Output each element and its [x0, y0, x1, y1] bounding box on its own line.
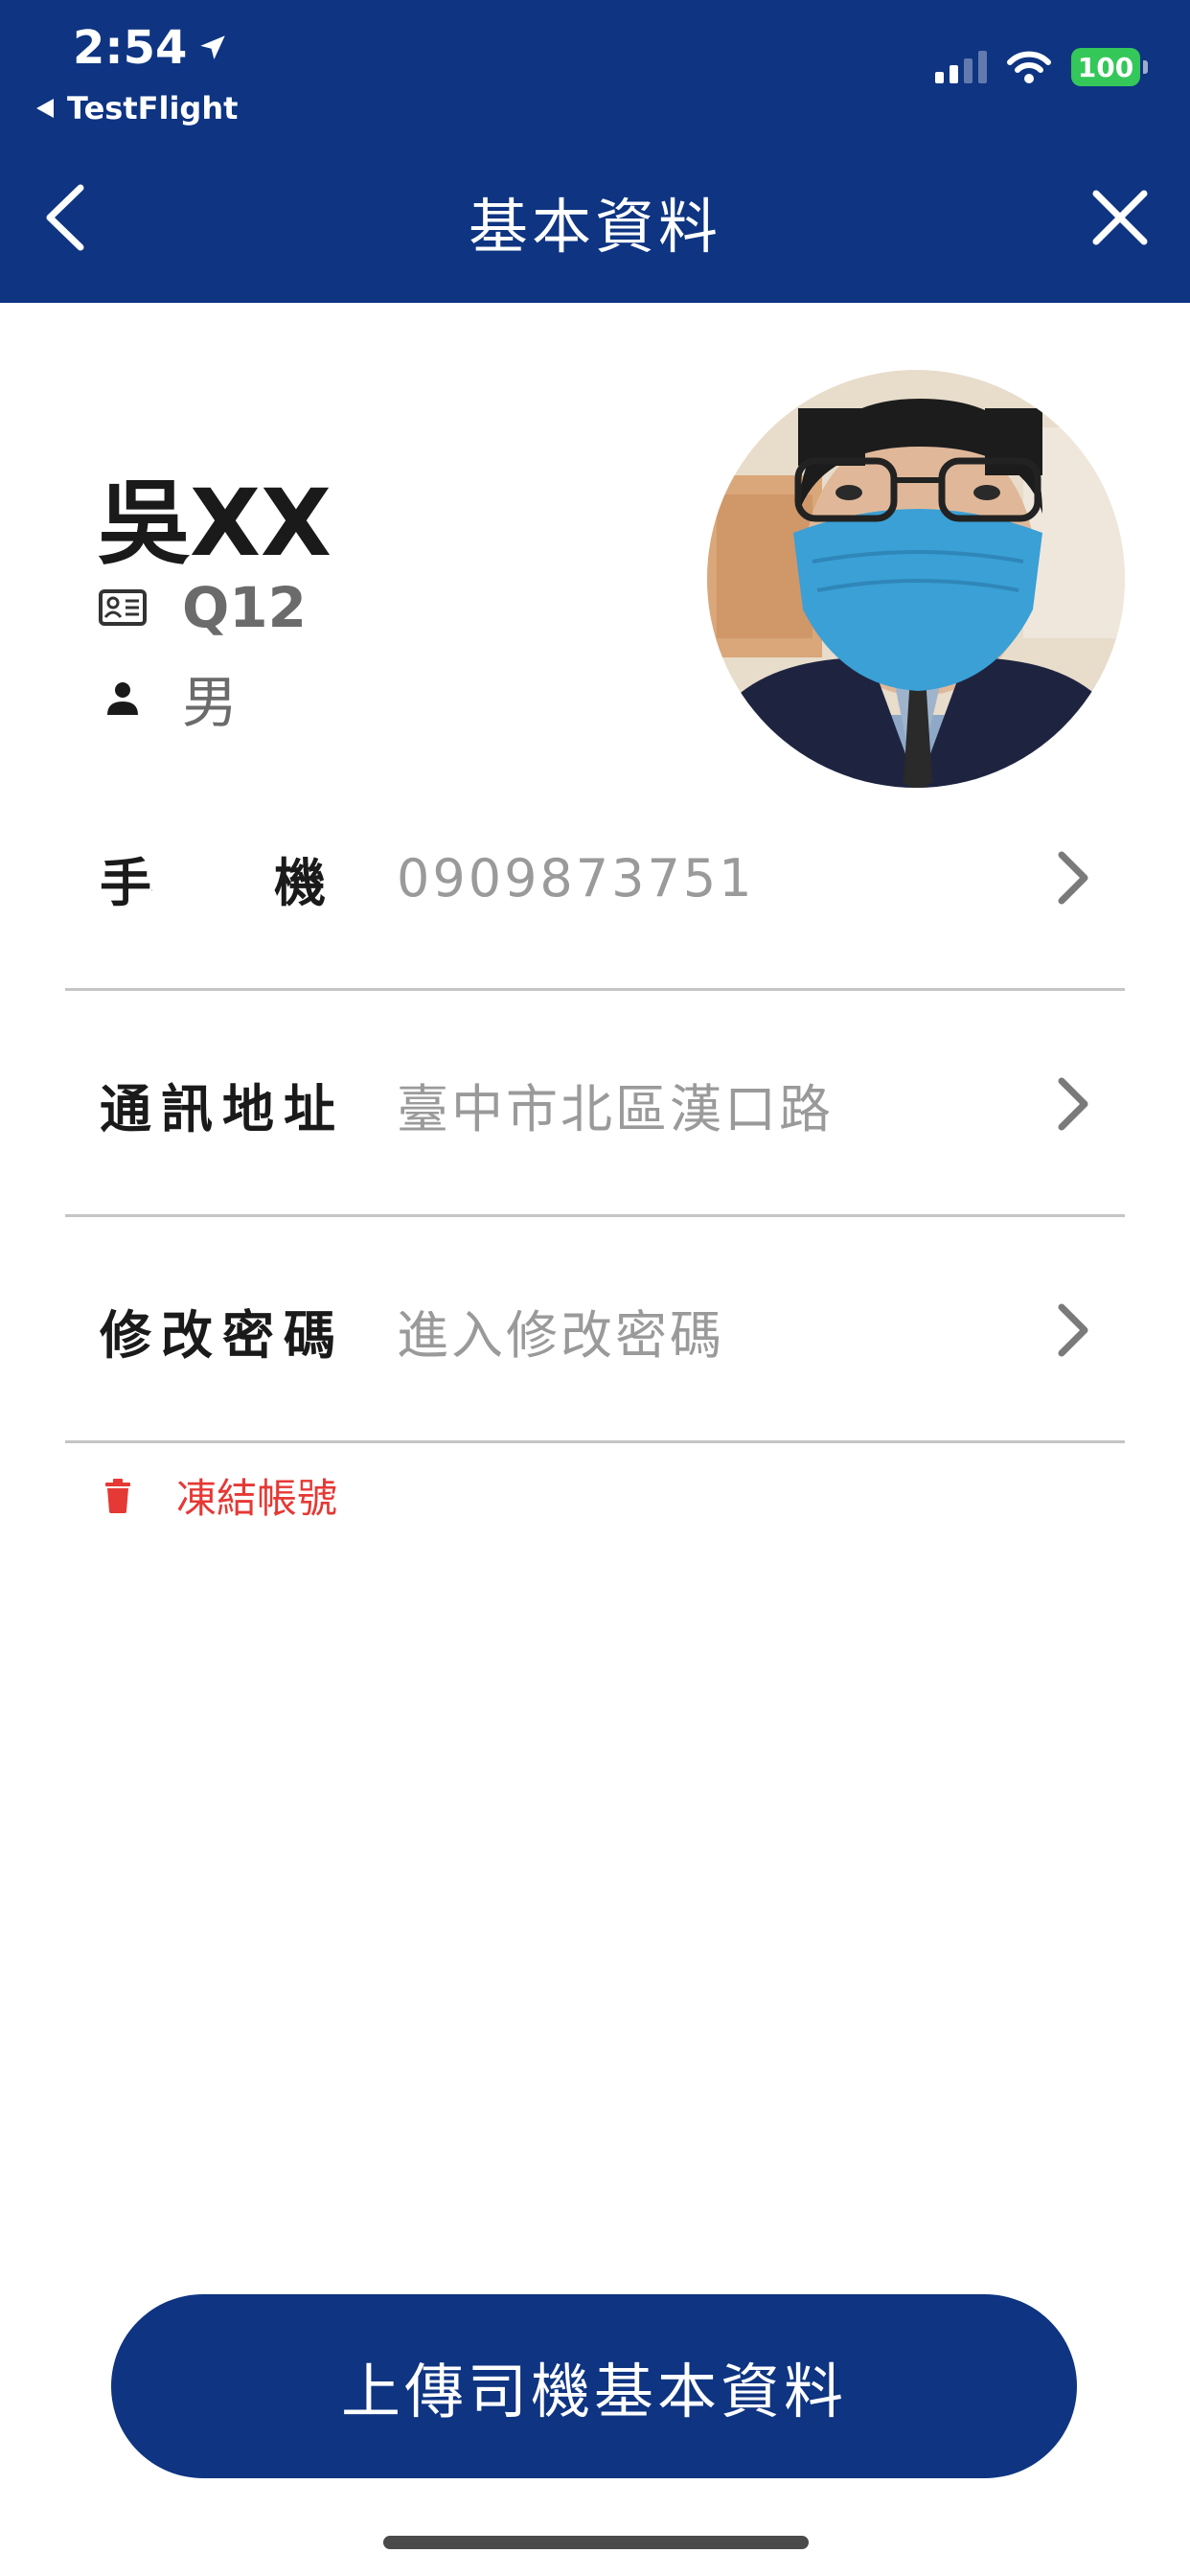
clock-text: 2:54: [73, 21, 188, 75]
freeze-account-link[interactable]: 凍結帳號: [103, 1466, 337, 1525]
home-indicator: [383, 2536, 809, 2549]
avatar[interactable]: [707, 370, 1125, 788]
wifi-icon: [1007, 51, 1051, 83]
id-card-icon: [98, 588, 148, 627]
location-arrow-icon: [200, 35, 226, 60]
phone-label-char-1: 手機: [100, 852, 152, 913]
chevron-right-icon: [1058, 1303, 1088, 1357]
address-value: 臺中市北區漢口路: [397, 1078, 834, 1139]
chevron-right-icon: [1058, 851, 1088, 905]
battery-level: 100: [1077, 51, 1134, 83]
freeze-account-label: 凍結帳號: [176, 1475, 338, 1522]
change-password-value: 進入修改密碼: [397, 1304, 724, 1366]
back-to-app-link[interactable]: TestFlight: [34, 90, 238, 126]
trash-icon: [105, 1478, 130, 1513]
battery-icon: 100: [1071, 48, 1148, 86]
app-header: 2:54 TestFlight 100 基本資料: [0, 0, 1190, 303]
page-title: 基本資料: [468, 192, 721, 262]
person-icon: [98, 678, 148, 717]
driver-name: 吳XX: [98, 470, 332, 577]
phone-label: 手機 手機: [100, 765, 326, 991]
status-indicators: 100: [935, 48, 1148, 86]
phone-row[interactable]: 手機 手機 0909873751: [65, 765, 1125, 991]
cellular-signal-icon: [935, 51, 987, 83]
address-row[interactable]: 通訊地址 臺中市北區漢口路: [65, 991, 1125, 1217]
id-code-row: Q12: [98, 575, 307, 640]
change-password-row[interactable]: 修改密碼 進入修改密碼: [65, 1217, 1125, 1443]
phone-value: 0909873751: [397, 847, 755, 908]
chevron-right-icon: [1058, 1077, 1088, 1131]
close-icon[interactable]: [1088, 186, 1152, 249]
upload-driver-info-button[interactable]: 上傳司機基本資料: [111, 2294, 1077, 2478]
address-label: 通訊地址: [100, 1078, 345, 1139]
id-code-text: Q12: [182, 575, 308, 640]
phone-label-char-2: 手機: [273, 852, 326, 913]
change-password-label: 修改密碼: [100, 1304, 345, 1366]
gender-text: 男: [182, 670, 239, 735]
back-app-label: TestFlight: [67, 90, 239, 126]
status-time: 2:54: [73, 21, 229, 75]
back-triangle-icon: [36, 99, 54, 118]
gender-row: 男: [98, 657, 238, 738]
